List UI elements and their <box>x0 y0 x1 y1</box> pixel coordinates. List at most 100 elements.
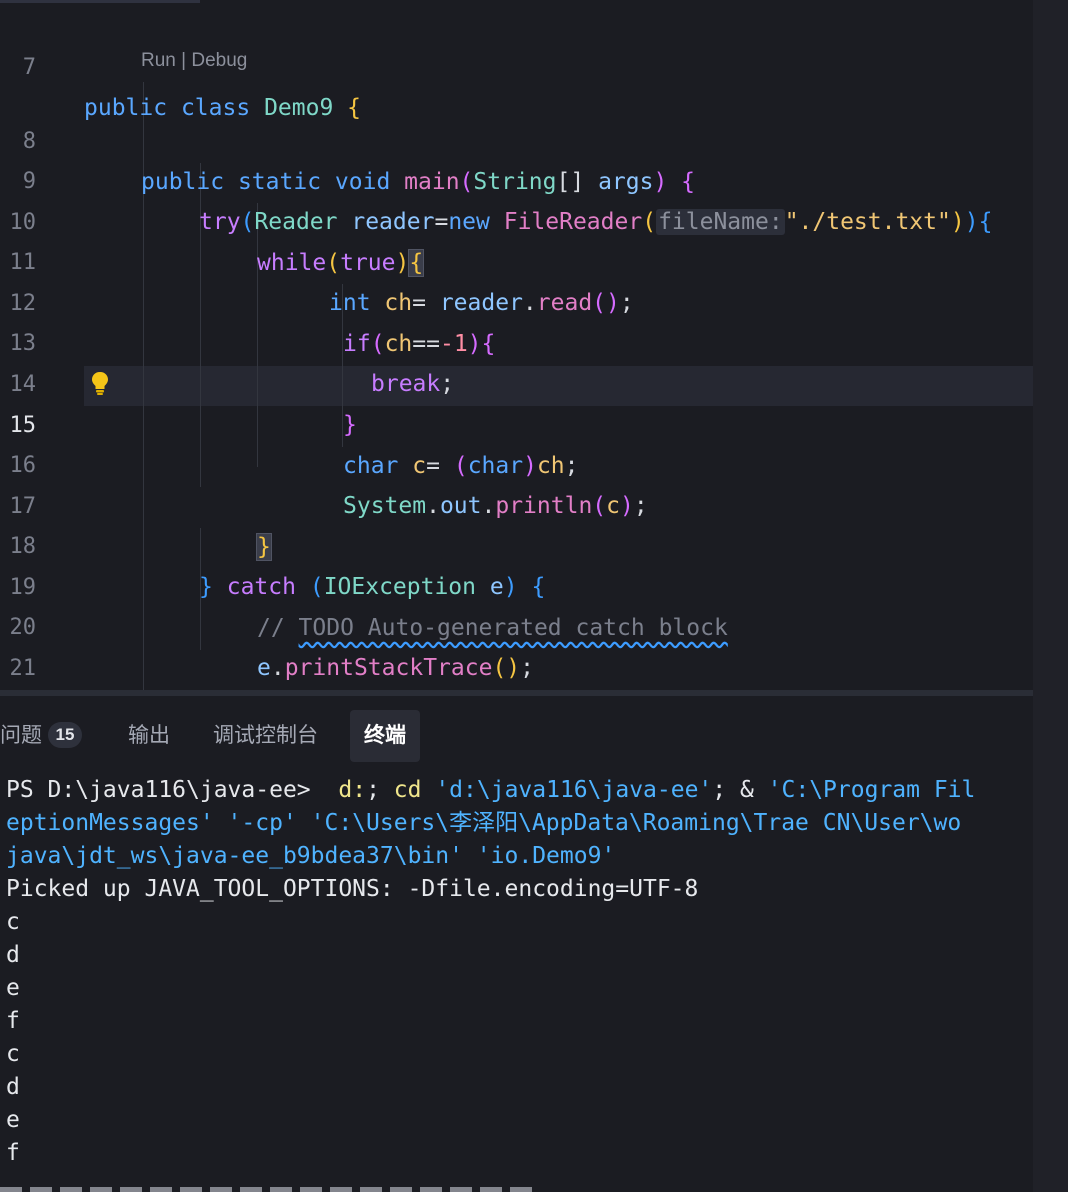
variable-token: ch <box>536 453 565 479</box>
paren-token: ( <box>309 574 324 600</box>
vertical-scrollbar-track[interactable] <box>1033 0 1068 1192</box>
paren-token: ) <box>467 331 482 357</box>
lightbulb-icon[interactable] <box>90 370 110 396</box>
brace-token: } <box>199 574 213 600</box>
terminal-output-line: c <box>6 909 20 935</box>
variable-token: c <box>606 493 621 519</box>
keyword-token: catch <box>226 574 296 600</box>
keyword-token: int <box>329 290 371 316</box>
terminal-output-line: d <box>6 1074 20 1100</box>
code-line[interactable]: 11 int ch= reader.read(); <box>0 203 634 316</box>
brace-token: { <box>531 574 546 600</box>
paren-token: ( <box>370 331 385 357</box>
comment-token: // <box>257 615 299 641</box>
code-line[interactable]: 16 System.out.println(c); <box>0 406 648 519</box>
keyword-token: char <box>343 453 399 479</box>
paren-token: ) <box>950 209 965 235</box>
class-name-token: IOException <box>323 574 477 600</box>
code-line[interactable]: 21 } <box>0 609 55 681</box>
tab-output[interactable]: 输出 <box>128 710 170 762</box>
terminal-line: java\jdt_ws\java-ee_b9bdea37\bin' 'io.De… <box>6 843 616 869</box>
class-name-token: String <box>473 169 557 195</box>
keyword-token: try <box>199 209 241 235</box>
punct-token: ; <box>440 371 455 397</box>
problems-count-badge: 15 <box>48 722 82 748</box>
code-line[interactable]: 19 // TODO Auto-generated catch block <box>0 528 728 641</box>
terminal-output-line: e <box>6 1107 20 1133</box>
operator-token: = <box>434 209 449 235</box>
brace-token: { <box>681 169 696 195</box>
keyword-token: public <box>141 169 225 195</box>
variable-token: c <box>412 453 427 479</box>
keyword-token: public <box>84 95 168 121</box>
terminal-command: d: <box>338 777 367 803</box>
editor-horizontal-scrollbar[interactable] <box>0 690 1033 696</box>
code-line[interactable]: 20 e.printStackTrace(); <box>0 568 535 681</box>
paren-token: ( <box>592 493 607 519</box>
punct-token: ; <box>520 655 534 681</box>
keyword-token: new <box>448 209 490 235</box>
variable-token: ch <box>384 290 413 316</box>
code-line[interactable]: 14 } <box>0 325 357 438</box>
code-line[interactable]: 17 } <box>0 447 272 561</box>
code-editor[interactable]: 7 public class Demo9 { Run | Debug 8 pub… <box>0 0 1033 690</box>
function-token: println <box>495 493 593 519</box>
terminal-line: eptionMessages' '-cp' 'C:\Users\李泽阳\AppD… <box>6 810 962 836</box>
terminal-output[interactable]: PS D:\java116\java-ee> d:; cd 'd:\java11… <box>0 772 1033 1192</box>
terminal-line: Picked up JAVA_TOOL_OPTIONS: -Dfile.enco… <box>6 876 699 902</box>
code-line[interactable]: 22 } <box>0 649 55 689</box>
paren-token: ) <box>503 574 518 600</box>
code-line[interactable]: 18 } catch (IOException e) { <box>0 487 546 600</box>
terminal-output-line: e <box>6 975 20 1001</box>
comment-todo-token: TODO Auto-generated catch block <box>298 615 728 641</box>
codelens-run-debug[interactable]: Run | Debug <box>141 50 247 72</box>
paren-token: ) <box>395 250 410 276</box>
paren-token: ) <box>653 169 668 195</box>
code-line[interactable]: 12 if(ch==-1){ <box>0 244 496 357</box>
terminal-output-line: c <box>6 1041 20 1067</box>
code-line[interactable]: 13 break; <box>0 284 455 397</box>
function-token: printStackTrace <box>284 655 493 681</box>
class-name-token: Demo9 <box>264 95 334 121</box>
keyword-token: class <box>180 95 251 121</box>
punct-token: . <box>522 290 537 316</box>
code-line[interactable]: 15 char c= (char)ch; <box>0 366 579 479</box>
code-line[interactable]: 8 public static void main(String[] args)… <box>0 82 695 195</box>
brace-token: { <box>481 331 496 357</box>
terminal-command: cd <box>393 777 422 803</box>
function-token: FileReader <box>503 209 643 235</box>
variable-token: out <box>439 493 482 519</box>
brace-token: { <box>347 95 362 121</box>
code-line[interactable]: 10 while(true){ <box>0 163 425 277</box>
code-line[interactable]: 7 public class Demo9 { <box>0 8 361 121</box>
terminal-output-line: f <box>6 1140 20 1166</box>
paren-token: ( <box>326 250 341 276</box>
tab-label: 输出 <box>128 724 170 747</box>
paren-token: ( <box>240 209 255 235</box>
parameter-hint: fileName: <box>656 209 785 235</box>
terminal-argument: 'd:\java116\java-ee' <box>435 777 713 803</box>
tab-debug-console[interactable]: 调试控制台 <box>213 710 318 762</box>
tab-label: 调试控制台 <box>213 724 318 747</box>
keyword-token: true <box>340 250 396 276</box>
matched-brace-token: { <box>408 249 425 277</box>
tab-terminal[interactable]: 终端 <box>350 710 420 762</box>
class-name-token: Reader <box>254 209 338 235</box>
paren-token: () <box>492 655 521 681</box>
terminal-argument: 'C:\Program Fil <box>767 777 976 803</box>
variable-token: e <box>489 574 504 600</box>
paren-token: () <box>592 290 620 316</box>
brace-token: } <box>343 412 357 438</box>
punct-token: . <box>426 493 440 519</box>
keyword-token: if <box>343 331 371 357</box>
paren-token: ( <box>453 453 468 479</box>
terminal-output-line: d <box>6 942 20 968</box>
code-line[interactable]: 9 try(Reader reader=new FileReader(fileN… <box>0 122 992 235</box>
punct-token: ; <box>633 493 648 519</box>
keyword-token: break <box>371 371 441 397</box>
paren-token: ( <box>642 209 657 235</box>
panel-tab-bar: 问题 15 输出 调试控制台 终端 <box>0 706 1033 766</box>
tab-problems[interactable]: 问题 15 <box>0 710 82 762</box>
variable-token: ch <box>384 331 413 357</box>
keyword-token: while <box>257 250 327 276</box>
